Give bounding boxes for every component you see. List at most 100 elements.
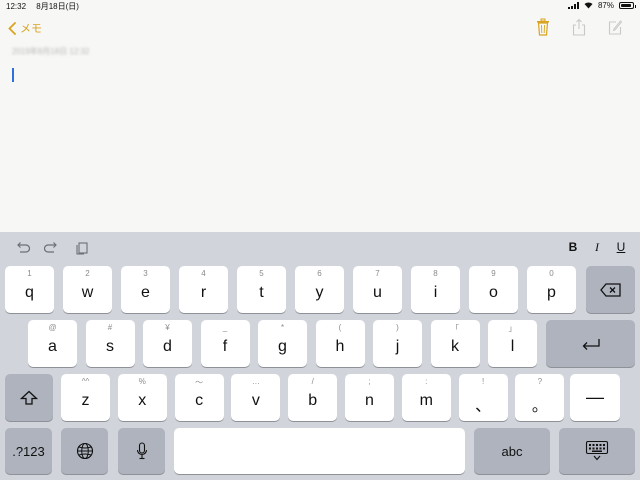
key-label: x	[138, 392, 147, 409]
globe-key[interactable]	[61, 428, 108, 474]
dash-key-label: —	[586, 387, 604, 407]
key-row1-9[interactable]: 0p	[527, 266, 576, 313]
key-row2-8[interactable]: 」 l	[488, 320, 537, 367]
key-row2-2[interactable]: ¥ d	[143, 320, 192, 367]
signal-icon	[567, 2, 579, 9]
key-row2-0[interactable]: @ a	[28, 320, 77, 367]
key-label: p	[547, 284, 556, 301]
key-alt-label: 6	[317, 269, 322, 278]
return-key[interactable]	[546, 320, 635, 367]
delete-icon	[599, 282, 621, 297]
key-label: z	[81, 392, 90, 409]
key-label: a	[48, 338, 57, 355]
key-alt-label: @	[48, 323, 57, 332]
share-icon[interactable]	[572, 18, 586, 36]
key-alt-label: )	[396, 323, 399, 332]
key-label: s	[106, 338, 114, 355]
key-row1-1[interactable]: 2w	[63, 266, 112, 313]
keyboard-dismiss-icon	[585, 440, 609, 461]
numbers-key-label: .?123	[12, 443, 45, 459]
key-row3-6[interactable]: :m	[401, 374, 451, 421]
key-label: u	[373, 284, 382, 301]
shift-icon	[20, 390, 38, 405]
italic-button[interactable]: I	[592, 240, 602, 255]
key-alt-label: ;	[368, 377, 371, 386]
note-editor[interactable]: 2019年8月18日 12:32	[0, 42, 640, 232]
key-label: j	[395, 338, 400, 355]
key-alt-label: ¥	[165, 323, 170, 332]
key-label: 、	[475, 398, 492, 415]
dash-key[interactable]: —	[570, 374, 620, 421]
key-row1-4[interactable]: 5t	[237, 266, 286, 313]
key-row1-8[interactable]: 9o	[469, 266, 518, 313]
shift-key[interactable]	[5, 374, 53, 421]
key-label: e	[141, 284, 150, 301]
numbers-key[interactable]: .?123	[5, 428, 52, 474]
key-label: n	[365, 392, 374, 409]
key-label: t	[259, 284, 264, 301]
key-row1-7[interactable]: 8i	[411, 266, 460, 313]
paste-icon[interactable]	[74, 240, 90, 256]
trash-icon[interactable]	[536, 18, 550, 36]
compose-icon[interactable]	[608, 18, 623, 36]
key-label: m	[419, 392, 433, 409]
key-row3-0[interactable]: ^^ z	[61, 374, 110, 421]
key-row2-3[interactable]: _ f	[200, 320, 250, 367]
key-row1-0[interactable]: 1q	[5, 266, 54, 313]
key-row2-1[interactable]: # s	[85, 320, 135, 367]
key-row2-5[interactable]: (h	[315, 320, 365, 367]
key-row1-3[interactable]: 4r	[179, 266, 228, 313]
key-row3-4[interactable]: / b	[288, 374, 338, 421]
back-label: メモ	[20, 23, 42, 35]
key-label: h	[335, 338, 345, 355]
key-label: q	[25, 284, 34, 301]
text-cursor	[12, 68, 14, 82]
key-alt-label: 3	[143, 269, 148, 278]
delete-key[interactable]	[586, 266, 635, 313]
key-label: o	[489, 284, 498, 301]
battery-icon	[619, 2, 636, 9]
key-row2-4[interactable]: * g	[258, 320, 307, 367]
hide-keyboard-key[interactable]	[559, 428, 635, 474]
status-time: 12:32	[6, 2, 27, 11]
abc-key-label: abc	[501, 443, 523, 459]
key-alt-label: !	[481, 377, 485, 386]
key-row1-2[interactable]: 3e	[121, 266, 170, 313]
key-alt-label: (	[338, 323, 342, 332]
key-row3-5[interactable]: ; n	[345, 374, 394, 421]
key-alt-label: ^^	[81, 377, 90, 386]
space-key[interactable]	[174, 428, 465, 474]
key-row1-6[interactable]: 7u	[353, 266, 402, 313]
key-alt-label: 8	[433, 269, 438, 278]
key-label: r	[200, 284, 207, 301]
key-row3-7[interactable]: !、	[458, 374, 508, 421]
key-row2-7[interactable]: 「k	[430, 320, 480, 367]
return-icon	[582, 338, 600, 350]
abc-key[interactable]: abc	[474, 428, 550, 474]
redo-icon[interactable]	[43, 240, 60, 256]
key-row3-3[interactable]: … v	[231, 374, 281, 421]
key-row2-6[interactable]: ) j	[373, 320, 422, 367]
key-label: f	[222, 338, 228, 355]
key-row3-2[interactable]: 〜 c	[174, 374, 224, 421]
key-row1-5[interactable]: 6y	[295, 266, 344, 313]
chevron-left-icon	[8, 21, 16, 35]
bold-button[interactable]: B	[568, 240, 578, 255]
key-label: c	[195, 392, 204, 409]
key-alt-label: 1	[27, 269, 32, 278]
key-alt-label: :	[425, 377, 428, 386]
key-alt-label: 2	[85, 269, 90, 278]
key-row3-1[interactable]: % x	[117, 374, 167, 421]
key-alt-label: ?	[537, 377, 543, 386]
underline-button[interactable]: U	[616, 240, 626, 255]
key-alt-label: _	[222, 323, 228, 332]
key-row3-8[interactable]: ?。	[515, 374, 565, 421]
dictation-key[interactable]	[118, 428, 165, 474]
battery-percent: 87%	[597, 1, 614, 10]
key-label: d	[163, 338, 172, 355]
wifi-icon	[584, 2, 593, 9]
undo-icon[interactable]	[14, 240, 31, 256]
back-button[interactable]: メモ	[8, 20, 42, 36]
key-alt-label: #	[107, 323, 113, 332]
key-alt-label: …	[251, 377, 260, 386]
